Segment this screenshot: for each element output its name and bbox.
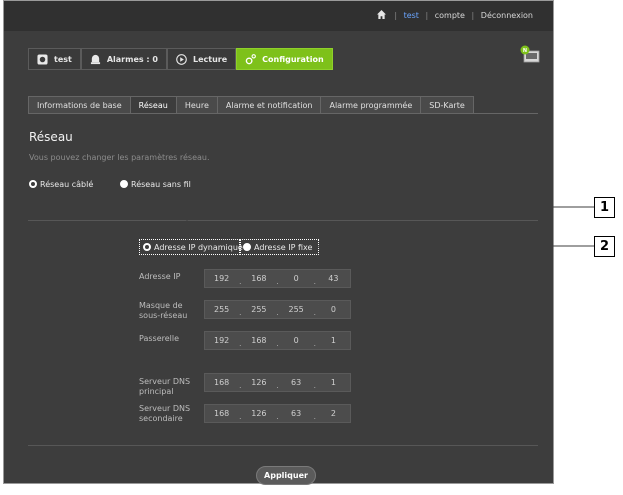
callout-2: 2	[594, 236, 615, 257]
callout-lines	[186, 206, 594, 247]
callout-1: 1	[594, 197, 615, 218]
callout-line-1	[186, 206, 594, 241]
